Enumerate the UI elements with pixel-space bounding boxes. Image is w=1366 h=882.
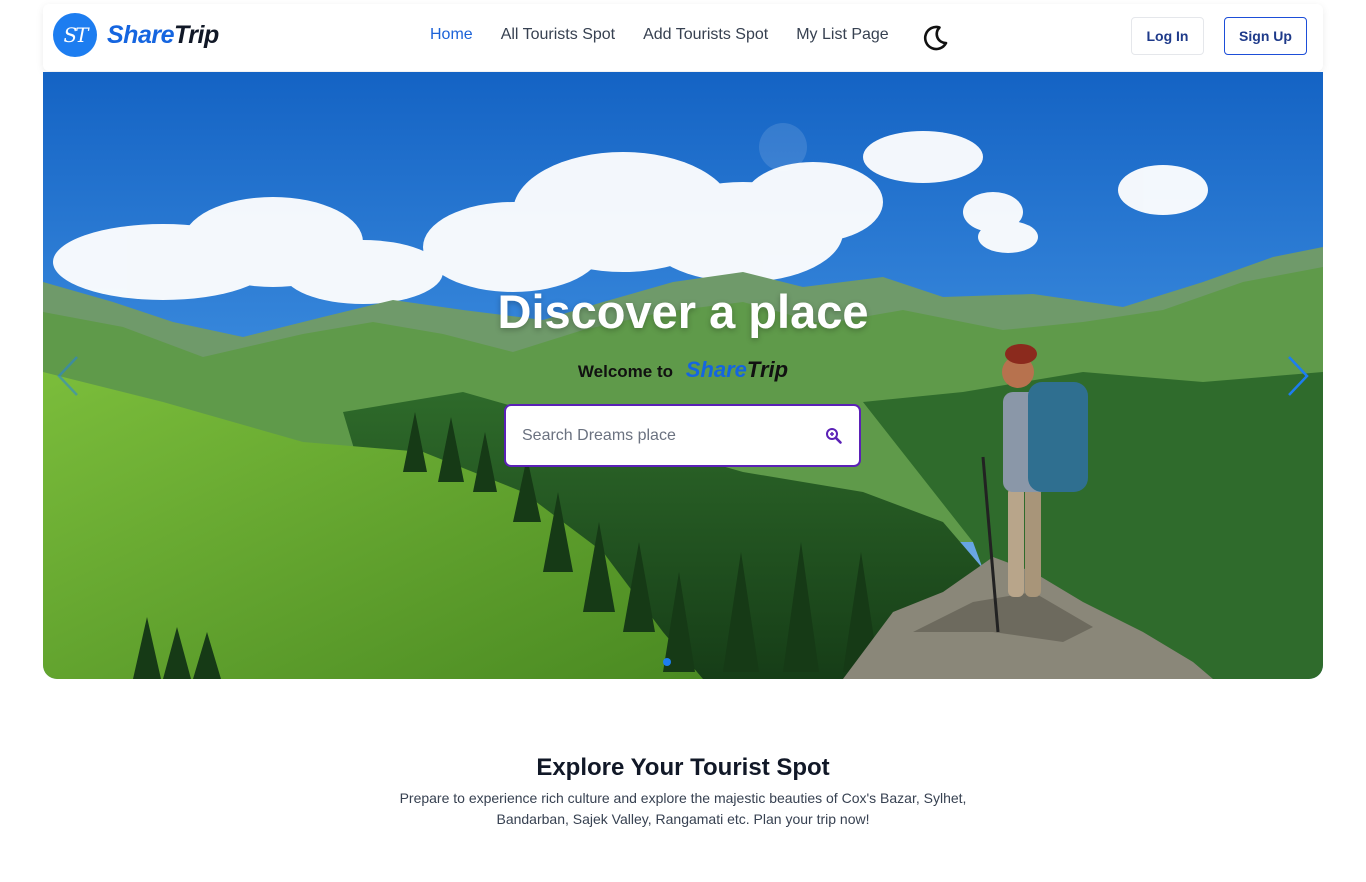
explore-section: Explore Your Tourist Spot Prepare to exp… <box>0 754 1366 830</box>
welcome-brand-part1: Share <box>685 357 747 382</box>
hero-title: Discover a place <box>497 285 869 338</box>
chevron-right-icon <box>1288 356 1309 396</box>
nav-item-all-tourists-spot[interactable]: All Tourists Spot <box>501 26 615 44</box>
welcome-brand-part2: Trip <box>746 357 789 382</box>
logo-initials: ST <box>63 23 88 47</box>
chevron-left-icon <box>57 356 78 396</box>
login-button[interactable]: Log In <box>1131 17 1204 55</box>
brand-logo[interactable]: ST ShareTrip <box>53 13 219 57</box>
nav-item-add-tourists-spot[interactable]: Add Tourists Spot <box>643 26 768 44</box>
hero-welcome: Welcome to ShareTrip <box>43 357 1323 383</box>
logo-badge: ST <box>53 13 97 57</box>
brand-name-part1: Share <box>107 20 174 49</box>
navbar: ST ShareTrip Home All Tourists Spot Add … <box>43 4 1323 71</box>
brand-name-part2: Trip <box>173 20 219 49</box>
search-input[interactable] <box>522 426 825 445</box>
theme-toggle-button[interactable] <box>919 22 951 54</box>
signup-button[interactable]: Sign Up <box>1224 17 1307 55</box>
search-box <box>504 404 861 467</box>
carousel-pagination <box>663 658 671 666</box>
welcome-text: Welcome to <box>577 362 674 381</box>
main-nav: Home All Tourists Spot Add Tourists Spot… <box>430 26 889 44</box>
brand-name: ShareTrip <box>107 21 219 50</box>
explore-heading: Explore Your Tourist Spot <box>536 754 830 781</box>
welcome-brand: ShareTrip <box>686 357 788 382</box>
nav-item-home[interactable]: Home <box>430 26 473 44</box>
explore-description: Prepare to experience rich culture and e… <box>399 790 967 827</box>
carousel-dot-active[interactable] <box>663 658 671 666</box>
carousel-next-button[interactable] <box>1283 354 1313 398</box>
hero-carousel: Discover a place Welcome to ShareTrip <box>43 72 1323 679</box>
moon-icon <box>923 25 948 51</box>
search-magnify-icon[interactable] <box>825 427 843 445</box>
nav-item-my-list-page[interactable]: My List Page <box>796 26 888 44</box>
carousel-prev-button[interactable] <box>53 354 83 398</box>
